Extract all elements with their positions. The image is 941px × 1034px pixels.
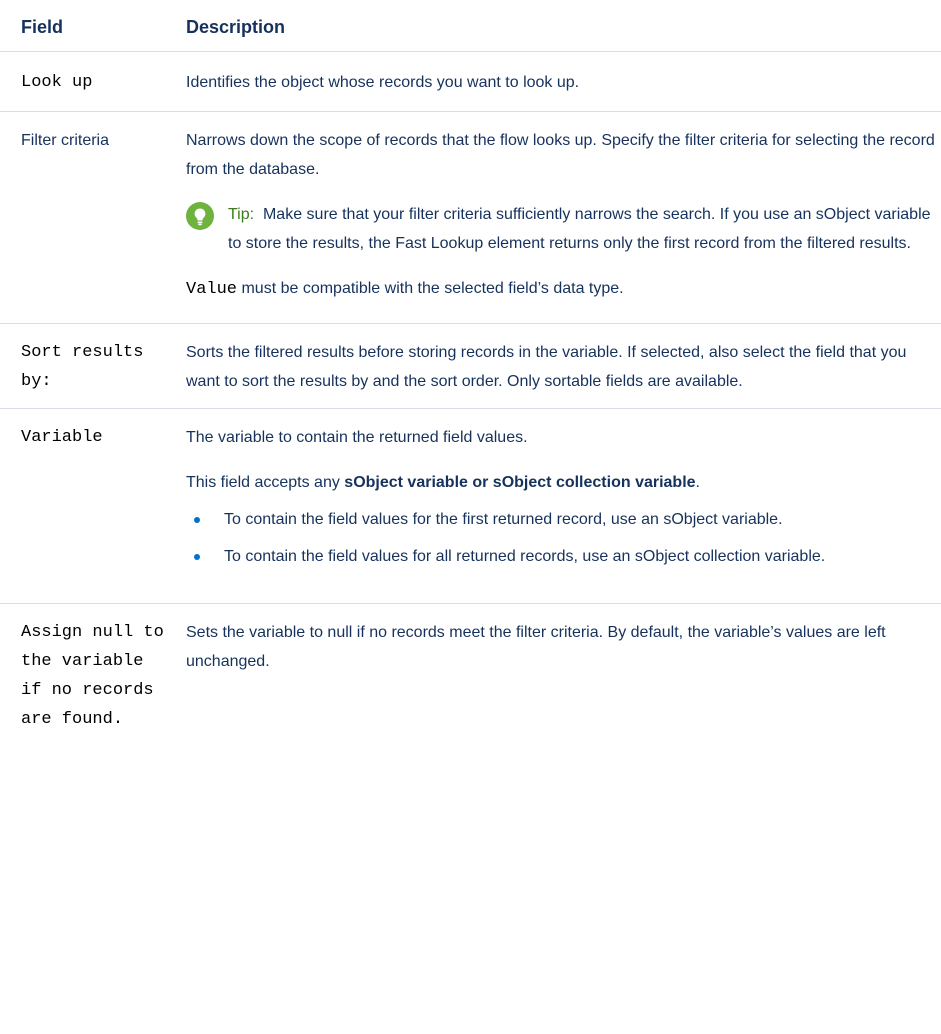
accepts-bold: sObject variable or sObject collection v… <box>344 474 696 491</box>
tip-label: Tip: <box>228 206 255 223</box>
bullet-text: To contain the field values for the firs… <box>224 511 783 528</box>
header-description: Description <box>174 0 941 52</box>
bullet-dot-icon <box>194 517 200 523</box>
description-assign-null: Sets the variable to null if no records … <box>186 624 886 670</box>
description-variable: The variable to contain the returned fie… <box>186 429 528 446</box>
variable-accepts-note: This field accepts any sObject variable … <box>186 468 941 497</box>
bullet-dot-icon <box>194 554 200 560</box>
field-name-look-up: Look up <box>21 73 93 92</box>
tip-body: Tip: Make sure that your filter criteria… <box>228 200 941 258</box>
field-name-sort-results-by: Sort results by: <box>21 343 144 391</box>
variable-bullet-list: To contain the field values for the firs… <box>186 505 941 571</box>
table-header-row: Field Description <box>0 0 941 52</box>
field-name-filter-criteria: Filter criteria <box>21 132 110 149</box>
field-name-variable: Variable <box>21 428 103 447</box>
fast-lookup-field-table-page: Field Description Look up Identifies the… <box>0 0 941 740</box>
accepts-suffix: . <box>695 474 700 491</box>
tip-text: Make sure that your filter criteria suff… <box>228 206 931 252</box>
table-row: Look up Identifies the object whose reco… <box>0 51 941 112</box>
table-row: Sort results by: Sorts the filtered resu… <box>0 323 941 409</box>
field-description-table: Field Description Look up Identifies the… <box>0 0 941 740</box>
description-look-up: Identifies the object whose records you … <box>186 74 580 91</box>
description-filter-criteria: Narrows down the scope of records that t… <box>186 132 935 178</box>
tip-callout: Tip: Make sure that your filter criteria… <box>186 200 941 258</box>
list-item: To contain the field values for all retu… <box>186 542 941 571</box>
list-item: To contain the field values for the firs… <box>186 505 941 534</box>
accepts-prefix: This field accepts any <box>186 474 345 491</box>
table-row: Assign null to the variable if no record… <box>0 604 941 741</box>
lightbulb-icon <box>186 202 214 230</box>
value-code: Value <box>186 280 238 299</box>
header-field: Field <box>0 0 174 52</box>
table-row: Filter criteria Narrows down the scope o… <box>0 111 941 324</box>
bullet-text: To contain the field values for all retu… <box>224 548 826 565</box>
field-name-assign-null: Assign null to the variable if no record… <box>21 623 164 729</box>
value-compat-note: Value must be compatible with the select… <box>186 274 941 304</box>
table-row: Variable The variable to contain the ret… <box>0 408 941 604</box>
value-compat-text: must be compatible with the selected fie… <box>237 280 624 297</box>
description-sort-results-by: Sorts the filtered results before storin… <box>186 344 907 390</box>
